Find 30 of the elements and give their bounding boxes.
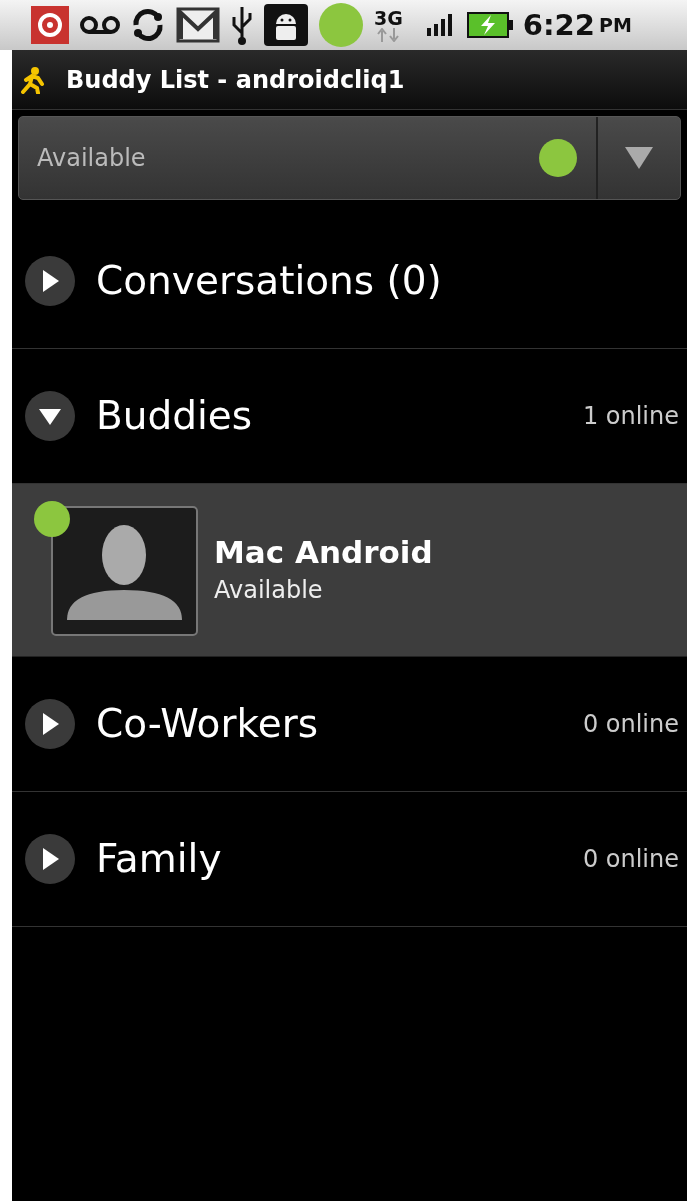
presence-value: Available: [37, 143, 146, 174]
status-dot-icon: [538, 138, 578, 178]
online-count: 0 online: [582, 844, 679, 875]
group-header[interactable]: Conversations (0): [12, 214, 687, 349]
group-name: Co-Workers: [96, 699, 319, 748]
presence-dropdown[interactable]: Available: [18, 116, 681, 200]
data-arrows-icon: [375, 27, 402, 42]
group-name: Family: [96, 834, 222, 883]
group-name: Conversations (0): [96, 256, 442, 305]
usb-icon: [230, 5, 254, 45]
mail-icon: [176, 7, 220, 43]
buddy-row[interactable]: Mac Android Available: [12, 484, 687, 657]
running-man-icon: [20, 65, 46, 94]
buddy-status: Available: [214, 575, 324, 607]
group-header[interactable]: Family 0 online: [12, 792, 687, 927]
group-header[interactable]: Co-Workers 0 online: [12, 657, 687, 792]
online-count: 1 online: [582, 401, 679, 432]
voicemail-icon: [80, 13, 120, 37]
network-type-label: 3G: [374, 8, 403, 28]
battery-charging-icon: [466, 12, 513, 38]
buddy-name: Mac Android: [214, 532, 433, 572]
caret-icon: [625, 147, 653, 169]
clock-ampm: PM: [598, 12, 632, 38]
window-title: Buddy List - androidcliq1: [66, 64, 405, 96]
signal-icon: [426, 14, 453, 36]
clock-time: 6:22: [522, 10, 595, 40]
online-count: 0 online: [582, 709, 679, 740]
android-icon: [264, 4, 308, 46]
status-circle-icon: [318, 2, 364, 48]
group-name: Buddies: [96, 391, 253, 440]
